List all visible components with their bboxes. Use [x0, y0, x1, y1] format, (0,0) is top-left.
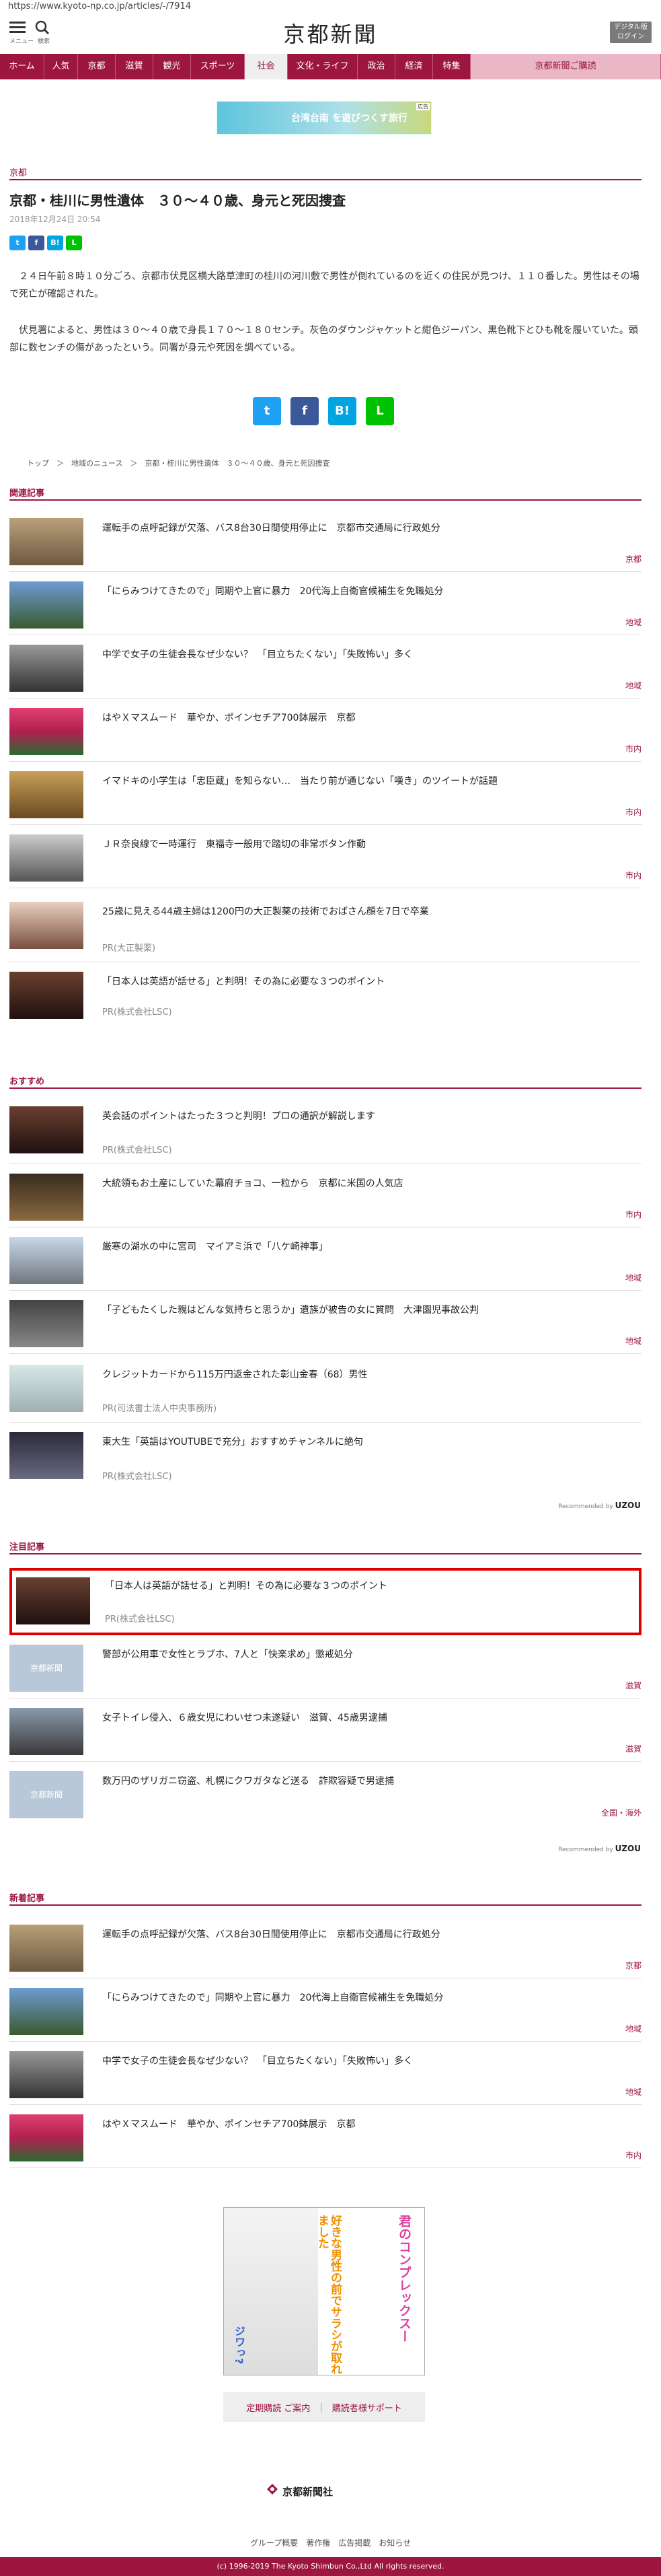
- list-item[interactable]: クレジットカードから115万円返金された彰山金春（68）男性 PR(司法書士法人中…: [9, 1358, 641, 1423]
- thumbnail: [9, 645, 83, 692]
- thumbnail: [9, 2114, 83, 2161]
- list-item[interactable]: ＪＲ奈良線で一時運行 東福寺一般用で踏切の非常ボタン作動 市内: [9, 828, 641, 888]
- facebook-share-icon[interactable]: f: [28, 236, 44, 250]
- list-item[interactable]: はやＸマスムード 華やか、ポインセチア700鉢展示 京都 市内: [9, 701, 641, 762]
- line-share-icon[interactable]: L: [66, 236, 82, 250]
- nav-item[interactable]: 政治: [358, 54, 395, 79]
- nav-item[interactable]: 京都: [78, 54, 116, 79]
- list-item[interactable]: 英会話のポイントはたった３つと判明！プロの通訳が解説します PR(株式会社LSC): [9, 1100, 641, 1164]
- list-item[interactable]: 「日本人は英語が話せる」と判明！その為に必要な３つのポイント PR(株式会社LSC…: [9, 965, 641, 1026]
- list-item[interactable]: イマドキの小学生は「忠臣蔵」を知らない… 当たり前が通じない「嘆き」のツイートが…: [9, 764, 641, 825]
- list-item[interactable]: 厳寒の湖水の中に宮司 マイアミ浜で「八ケ崎神事」 地域: [9, 1230, 641, 1291]
- thumbnail: [9, 1432, 83, 1479]
- article-date: 2018年12月24日 20:54: [9, 215, 101, 224]
- recommend-credit[interactable]: Recommended by UZOU: [558, 1844, 641, 1853]
- section-heading: おすすめ: [9, 1077, 45, 1087]
- list-item[interactable]: 25歳に見える44歳主婦は1200円の大正製薬の技術でおばさん顔を7日で卒業 PR…: [9, 895, 641, 962]
- thumbnail: [9, 1708, 83, 1755]
- twitter-share-icon[interactable]: t: [253, 397, 281, 425]
- main-nav: ホーム 人気 京都 滋賀 観光 スポーツ 社会 文化・ライフ 政治 経済 特集 …: [0, 54, 661, 79]
- thumbnail: [9, 1925, 83, 1972]
- manga-ad[interactable]: 好きな男性の前でサラシが取れました 君のコンプレックスー ジワっ?: [223, 2207, 425, 2375]
- thumbnail: [9, 771, 83, 818]
- list-item[interactable]: 「子どもたくした親はどんな気持ちと思うか」遺族が被告の女に質問 大津園児事故公判…: [9, 1293, 641, 1354]
- thumbnail: [9, 2051, 83, 2098]
- list-item[interactable]: 「にらみつけてきたので」同期や上官に暴力 20代海上自衛官候補生を免職処分 地域: [9, 1981, 641, 2042]
- thumbnail: [9, 1106, 83, 1153]
- nav-item[interactable]: スポーツ: [191, 54, 245, 79]
- thumbnail: [9, 972, 83, 1019]
- divider: [9, 499, 641, 501]
- nav-item[interactable]: 経済: [395, 54, 433, 79]
- nav-item[interactable]: 滋賀: [116, 54, 153, 79]
- thumbnail: 京都新聞: [9, 1771, 83, 1818]
- list-item[interactable]: 女子トイレ侵入、６歳女児にわいせつ未遂疑い 滋賀、45歳男逮捕 滋賀: [9, 1701, 641, 1762]
- copyright: (c) 1996-2019 The Kyoto Shimbun Co.,Ltd …: [0, 2557, 661, 2576]
- divider: [9, 1553, 641, 1554]
- section-heading: 注目記事: [9, 1542, 45, 1552]
- article-title: 京都・桂川に男性遺体 ３０～４０歳、身元と死因捜査: [9, 192, 346, 209]
- list-item[interactable]: 運転手の点呼記録が欠落、バス8台30日間使用停止に 京都市交通局に行政処分 京都: [9, 1918, 641, 1978]
- thumbnail: [9, 1988, 83, 2035]
- banner-ad[interactable]: 広告 台湾台南 を遊びつくす旅行: [217, 101, 432, 135]
- facebook-share-icon[interactable]: f: [290, 397, 319, 425]
- site-logo[interactable]: 京都新聞: [0, 17, 661, 48]
- article-paragraph: 伏見署によると、男性は３０～４０歳で身長１７０～１８０センチ。灰色のダウンジャケ…: [9, 325, 638, 353]
- article-paragraph: ２４日午前８時１０分ごろ、京都市伏見区横大路草津町の桂川の河川敷で男性が倒れてい…: [9, 271, 639, 299]
- thumbnail: 京都新聞: [9, 1645, 83, 1692]
- divider: [9, 1904, 641, 1906]
- url-bar[interactable]: https://www.kyoto-np.co.jp/articles/-/79…: [8, 1, 191, 11]
- nav-item-subscribe[interactable]: 京都新聞ご購読: [471, 54, 661, 79]
- list-item[interactable]: 大統領もお土産にしていた幕府チョコ、一粒から 京都に米国の人気店 市内: [9, 1167, 641, 1227]
- list-item[interactable]: 中学で女子の生徒会長なぜ少ない？ 「目立ちたくない」「失敗怖い」多く 地域: [9, 638, 641, 699]
- subscription-link[interactable]: 定期購読 ご案内: [246, 2401, 310, 2414]
- recommend-credit[interactable]: Recommended by UZOU: [558, 1501, 641, 1510]
- thumbnail: [9, 518, 83, 565]
- thumbnail: [9, 1365, 83, 1412]
- nav-item[interactable]: 観光: [153, 54, 191, 79]
- divider: [9, 1087, 641, 1089]
- service-links: 定期購読 ご案内 | 購読者様サポート: [223, 2392, 425, 2422]
- section-heading: 新着記事: [9, 1894, 45, 1904]
- nav-item[interactable]: ホーム: [0, 54, 44, 79]
- twitter-share-icon[interactable]: t: [9, 236, 26, 250]
- list-item[interactable]: 京都新聞 数万円のザリガニ窃盗、札幌にクワガタなど送る 詐欺容疑で男逮捕 全国・海外: [9, 1764, 641, 1825]
- thumbnail: [9, 581, 83, 629]
- hatena-share-icon[interactable]: B!: [47, 236, 63, 250]
- thumbnail: [16, 1577, 90, 1624]
- list-item[interactable]: 京都新聞 警部が公用車で女性とラブホ、7人と「快楽求め」懲戒処分 滋賀: [9, 1638, 641, 1698]
- divider: [9, 179, 641, 180]
- section-heading: 関連記事: [9, 489, 45, 499]
- breadcrumb[interactable]: トップ ＞ 地域のニュース ＞ 京都・桂川に男性遺体 ３０～４０歳、身元と死因捜…: [27, 458, 329, 468]
- nav-item-selected[interactable]: 社会: [245, 54, 288, 79]
- nav-item[interactable]: 人気: [44, 54, 78, 79]
- thumbnail: [9, 1174, 83, 1221]
- thumbnail: [9, 1237, 83, 1284]
- thumbnail: [9, 902, 83, 949]
- company-name[interactable]: 京都新聞社: [282, 2484, 333, 2499]
- thumbnail: [9, 1300, 83, 1347]
- list-item[interactable]: 東大生「英語はYOUTUBEで充分」おすすめチャンネルに絶句 PR(株式会社LSC…: [9, 1425, 641, 1490]
- list-item[interactable]: 中学で女子の生徒会長なぜ少ない？ 「目立ちたくない」「失敗怖い」多く 地域: [9, 2044, 641, 2105]
- line-share-icon[interactable]: L: [366, 397, 394, 425]
- list-item[interactable]: 「にらみつけてきたので」同期や上官に暴力 20代海上自衛官候補生を免職処分 地域: [9, 575, 641, 635]
- list-item[interactable]: はやＸマスムード 華やか、ポインセチア700鉢展示 京都 市内: [9, 2108, 641, 2168]
- support-link[interactable]: 購読者様サポート: [332, 2401, 402, 2414]
- footer-links[interactable]: グループ概要 著作権 広告掲載 お知らせ: [0, 2537, 661, 2548]
- company-logo-icon: [267, 2484, 278, 2495]
- list-item-highlighted[interactable]: 「日本人は英語が話せる」と判明！その為に必要な３つのポイント PR(株式会社LSC…: [9, 1568, 641, 1635]
- digital-login-button[interactable]: デジタル版 ログイン: [610, 22, 652, 43]
- category-label[interactable]: 京都: [9, 166, 27, 178]
- thumbnail: [9, 834, 83, 882]
- nav-item[interactable]: 文化・ライフ: [288, 54, 358, 79]
- thumbnail: [9, 708, 83, 755]
- nav-item[interactable]: 特集: [433, 54, 471, 79]
- hatena-share-icon[interactable]: B!: [328, 397, 356, 425]
- list-item[interactable]: 運転手の点呼記録が欠落、バス8台30日間使用停止に 京都市交通局に行政処分 京都: [9, 511, 641, 572]
